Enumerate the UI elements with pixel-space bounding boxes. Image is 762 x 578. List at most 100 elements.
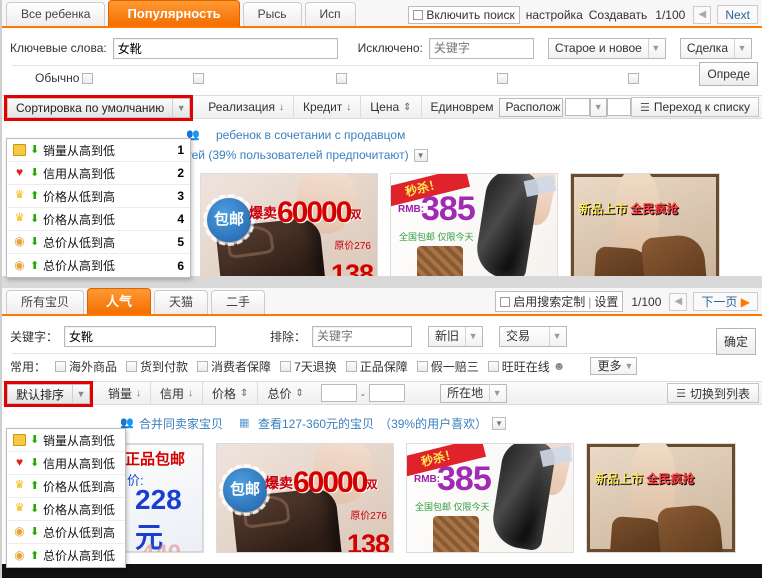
- sort-item-sales[interactable]: 销量 ↓: [99, 382, 151, 404]
- chevron-down-icon[interactable]: ▼: [414, 149, 428, 162]
- deal-select[interactable]: Сделка ▼: [680, 38, 752, 59]
- tab-all-items[interactable]: 所有宝贝: [6, 290, 84, 314]
- chevron-down-icon[interactable]: ▼: [465, 327, 480, 346]
- dropdown-item-total-desc[interactable]: ◉ ⬆ 总价从高到低 6: [7, 254, 190, 277]
- sort-item-price[interactable]: Цена ⇕: [361, 96, 421, 118]
- common-option-fake-compensation[interactable]: 假一赔三: [417, 358, 479, 375]
- confirm-button[interactable]: Опреде: [699, 62, 758, 86]
- exclude-input[interactable]: [312, 326, 412, 347]
- common-option-wangwang-online[interactable]: 旺旺在线 ☻: [488, 358, 566, 375]
- price-range-link[interactable]: ▦ 查看127-360元的宝贝 （39%的用户喜欢） ▼: [239, 413, 506, 433]
- price-max-input[interactable]: [369, 384, 405, 402]
- product-card-4[interactable]: 正品包邮 价: 228元 440: [120, 443, 204, 553]
- exclude-input[interactable]: [429, 38, 534, 59]
- create-link[interactable]: Создавать: [589, 8, 648, 22]
- location-dropdown[interactable]: ▼: [590, 98, 607, 117]
- condition-select[interactable]: 新旧 ▼: [428, 326, 483, 347]
- location-input-a[interactable]: [565, 98, 589, 116]
- deal-select[interactable]: 交易 ▼: [499, 326, 567, 347]
- checkbox-icon[interactable]: [197, 361, 208, 372]
- product-card-3[interactable]: 新品上市 全民疯抢: [570, 173, 720, 283]
- enable-search-custom-group[interactable]: 启用搜索定制 | 设置: [495, 291, 623, 312]
- confirm-button[interactable]: 确定: [716, 328, 756, 355]
- condition-select[interactable]: Старое и новое ▼: [548, 38, 666, 59]
- dropdown-item-total-desc[interactable]: ◉ ⬆ 总价从高到低: [7, 544, 125, 567]
- chevron-down-icon[interactable]: ▼: [172, 99, 189, 117]
- chevron-down-icon[interactable]: ▼: [72, 385, 89, 403]
- checkbox-icon[interactable]: [55, 361, 66, 372]
- dropdown-item-price-asc[interactable]: ♛ ⬆ 价格从低到高 3: [7, 185, 190, 208]
- prev-page-button[interactable]: ◀: [669, 293, 687, 311]
- tab-lynx[interactable]: Рысь: [243, 2, 302, 26]
- filter-checkbox-2[interactable]: [336, 73, 347, 84]
- product-card-7[interactable]: 新品上市 全民疯抢: [586, 443, 736, 553]
- sort-item-price[interactable]: 价格 ⇕: [203, 382, 258, 404]
- chevron-down-icon[interactable]: ▼: [648, 39, 663, 58]
- location-select[interactable]: 所在地 ▼: [440, 384, 507, 403]
- filter-checkbox-4[interactable]: [628, 73, 639, 84]
- dropdown-item-sales-desc[interactable]: ⬇ 销量从高到低: [7, 429, 125, 452]
- sort-item-total[interactable]: 总价 ⇕: [258, 382, 312, 404]
- sort-item-credit[interactable]: Кредит ↓: [294, 96, 361, 118]
- sort-item-total[interactable]: Единоврем: [422, 96, 503, 118]
- chevron-down-icon[interactable]: ▼: [591, 98, 606, 117]
- checkbox-icon[interactable]: [280, 361, 291, 372]
- product-card-6[interactable]: 秒杀！ RMB: 385 全国包邮 仅限今天: [406, 443, 574, 553]
- checkbox-icon[interactable]: [346, 361, 357, 372]
- dropdown-item-price-desc[interactable]: ♛ ⬇ 价格从高到低: [7, 498, 125, 521]
- enable-search-custom-checkbox[interactable]: Включить поиск: [408, 6, 519, 24]
- dropdown-item-total-asc[interactable]: ◉ ⬇ 总价从低到高: [7, 521, 125, 544]
- common-option-consumer-protection[interactable]: 消费者保障: [197, 358, 271, 375]
- dropdown-item-price-asc[interactable]: ♛ ⬆ 价格从低到高: [7, 475, 125, 498]
- next-page-button[interactable]: Next: [717, 5, 758, 24]
- location-input-b[interactable]: [607, 98, 631, 116]
- filter-checkbox-1[interactable]: [193, 73, 204, 84]
- filter-checkbox-3[interactable]: [497, 73, 508, 84]
- common-option-overseas[interactable]: 海外商品: [55, 358, 117, 375]
- common-checkbox-icon[interactable]: [82, 73, 93, 84]
- checkbox-icon[interactable]: [417, 361, 428, 372]
- more-button[interactable]: 更多 ▼: [590, 357, 637, 375]
- chevron-down-icon[interactable]: ▼: [734, 39, 749, 58]
- tab-used[interactable]: Исп: [305, 2, 356, 26]
- chevron-down-icon[interactable]: ▼: [549, 327, 564, 346]
- top-sort-dropdown[interactable]: ⬇ 销量从高到低 1 ♥ ⬇ 信用从高到低 2 ♛ ⬆ 价格从低到高 3 ♛ ⬇…: [6, 138, 191, 278]
- sort-item-sales[interactable]: Реализация ↓: [199, 96, 294, 118]
- common-option-cod[interactable]: 货到付款: [126, 358, 188, 375]
- sort-item-credit[interactable]: 信用 ↓: [151, 382, 203, 404]
- dropdown-item-price-desc[interactable]: ♛ ⬇ 价格从高到低 4: [7, 208, 190, 231]
- chevron-down-icon[interactable]: ▼: [492, 417, 506, 430]
- switch-to-list-button[interactable]: ☰ Переход к списку: [631, 97, 759, 117]
- dropdown-item-sales-desc[interactable]: ⬇ 销量从高到低 1: [7, 139, 190, 162]
- keyword-input[interactable]: [64, 326, 216, 347]
- tab-popularity[interactable]: Популярность: [108, 0, 239, 26]
- dropdown-item-credit-desc[interactable]: ♥ ⬇ 信用从高到低 2: [7, 162, 190, 185]
- common-option-7day-return[interactable]: 7天退换: [280, 358, 337, 375]
- settings-link[interactable]: 设置: [594, 293, 618, 310]
- tab-second-hand[interactable]: 二手: [211, 290, 265, 314]
- checkbox-icon[interactable]: [126, 361, 137, 372]
- bottom-sort-dropdown[interactable]: ⬇ 销量从高到低 ♥ ⬇ 信用从高到低 ♛ ⬆ 价格从低到高 ♛ ⬇ 价格从高到…: [6, 428, 126, 568]
- checkbox-icon[interactable]: [413, 10, 423, 20]
- product-card-5[interactable]: 包邮 爆卖60000双 原价276 138: [216, 443, 394, 553]
- product-card-2[interactable]: 秒杀！ RMB: 385 全国包邮 仅限今天: [390, 173, 558, 283]
- location-select[interactable]: Располож: [499, 98, 564, 117]
- chevron-down-icon[interactable]: ▼: [489, 384, 504, 403]
- keyword-input[interactable]: [113, 38, 338, 59]
- tab-tmall[interactable]: 天猫: [154, 290, 208, 314]
- default-sort-button[interactable]: Сортировка по умолчанию ▼: [7, 98, 190, 118]
- tab-popular[interactable]: 人气: [87, 288, 151, 314]
- common-option-authentic[interactable]: 正品保障: [346, 358, 408, 375]
- chevron-down-icon[interactable]: ▼: [623, 357, 634, 376]
- price-min-input[interactable]: [321, 384, 357, 402]
- switch-to-list-button[interactable]: ☰ 切换到列表: [667, 383, 759, 403]
- dropdown-item-total-asc[interactable]: ◉ ⬇ 总价从低到高 5: [7, 231, 190, 254]
- checkbox-icon[interactable]: [500, 297, 510, 307]
- tab-all-baby[interactable]: Все ребенка: [6, 2, 105, 26]
- default-sort-button[interactable]: 默认排序 ▼: [7, 384, 90, 404]
- checkbox-icon[interactable]: [488, 361, 499, 372]
- dropdown-item-credit-desc[interactable]: ♥ ⬇ 信用从高到低: [7, 452, 125, 475]
- product-card-1[interactable]: 包邮 爆卖60000双 原价276 138: [200, 173, 378, 283]
- prev-page-button[interactable]: ◀: [693, 6, 711, 24]
- settings-link[interactable]: настройка: [526, 8, 583, 22]
